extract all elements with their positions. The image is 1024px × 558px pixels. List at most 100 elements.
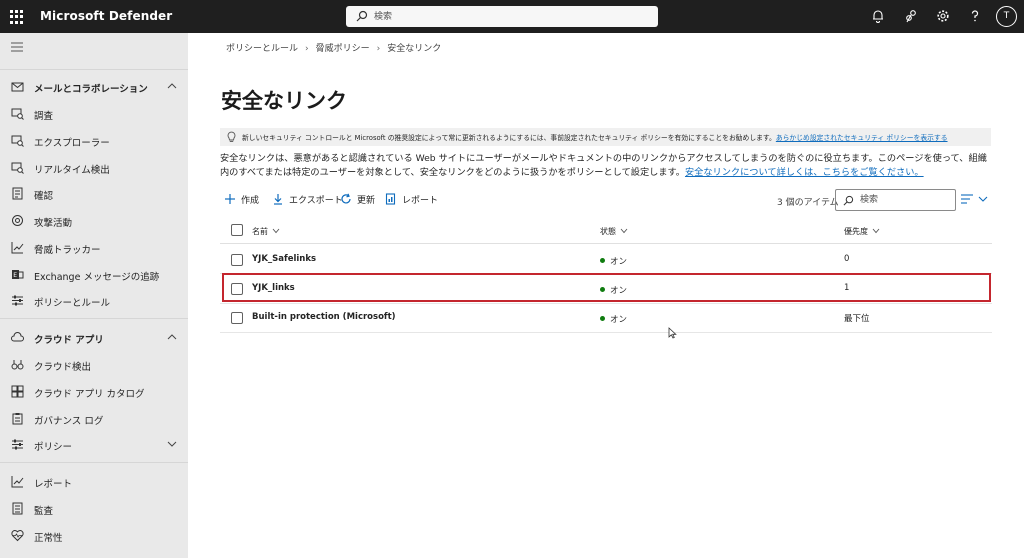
table-row[interactable]: YJK_Safelinks オン 0 — [220, 245, 992, 274]
avatar[interactable]: T — [996, 6, 1017, 27]
app-title[interactable]: Microsoft Defender — [40, 9, 172, 23]
gear-icon[interactable] — [936, 9, 950, 23]
sidebar-item-health[interactable]: 正常性 — [0, 523, 188, 549]
sidebar-item-policies[interactable]: ポリシー — [0, 432, 188, 458]
sidebar-item-label: クラウド検出 — [34, 362, 92, 373]
sidebar-item-policies-rules[interactable]: ポリシーとルール — [0, 288, 188, 314]
breadcrumb-item[interactable]: ポリシーとルール — [226, 41, 298, 54]
sidebar-group-mail-collab[interactable]: メールとコラボレーション — [0, 74, 188, 100]
hamburger-icon[interactable] — [11, 42, 23, 52]
chevron-up-icon[interactable] — [167, 333, 177, 341]
sidebar: メールとコラボレーション 調査 エクスプローラー リアルタイム検出 確認 攻撃活… — [0, 33, 188, 558]
column-header-status[interactable]: 状態 — [600, 226, 628, 237]
sidebar-item-governance-log[interactable]: ガバナンス ログ — [0, 406, 188, 432]
policy-priority: 最下位 — [844, 314, 870, 324]
clipboard-icon — [12, 413, 23, 425]
search-icon — [843, 195, 854, 206]
table-row[interactable]: Built-in protection (Microsoft) オン 最下位 — [220, 304, 992, 333]
sidebar-item-label: ポリシー — [34, 442, 73, 453]
policy-name[interactable]: YJK_Safelinks — [252, 254, 316, 264]
community-icon[interactable] — [904, 9, 918, 23]
breadcrumb-separator: › — [376, 44, 381, 54]
create-label: 作成 — [241, 196, 260, 206]
sidebar-item-reports[interactable]: レポート — [0, 469, 188, 495]
row-checkbox[interactable] — [231, 312, 243, 324]
explorer-icon — [11, 135, 24, 147]
chevron-down-icon[interactable] — [167, 440, 177, 448]
page-description: 安全なリンクは、悪意があると認識されている Web サイトにユーザーがメールやド… — [220, 152, 992, 180]
audit-icon — [12, 502, 23, 515]
sidebar-item-threat-tracker[interactable]: 脅威トラッカー — [0, 235, 188, 261]
global-search-input[interactable] — [374, 8, 644, 25]
status-on-dot — [600, 316, 605, 321]
item-count: 3 個のアイテム — [777, 198, 839, 208]
breadcrumb-item[interactable]: 脅威ポリシー — [316, 41, 370, 54]
breadcrumb-current: 安全なリンク — [387, 44, 442, 54]
export-label: エクスポート — [289, 196, 343, 206]
cloud-icon — [11, 332, 24, 342]
chart-icon — [11, 476, 24, 488]
sidebar-divider — [0, 69, 188, 70]
refresh-icon — [341, 193, 351, 204]
column-header-name[interactable]: 名前 — [252, 226, 280, 237]
info-banner: 新しいセキュリティ コントロールと Microsoft の推奨設定によって常に更… — [220, 128, 991, 146]
table-search-input[interactable] — [860, 193, 950, 207]
global-search[interactable] — [346, 6, 658, 27]
sidebar-item-label: ポリシーとルール — [34, 298, 111, 309]
page-title: 安全なリンク — [221, 89, 347, 113]
mouse-pointer-icon — [668, 327, 677, 339]
sidebar-item-label: 攻撃活動 — [34, 218, 73, 229]
help-icon[interactable] — [968, 9, 982, 23]
sidebar-item-label: Exchange メッセージの追跡 — [34, 272, 160, 283]
learn-more-link[interactable]: 安全なリンクについて詳しくは、こちらをご覧ください。 — [685, 167, 924, 178]
sliders-icon — [12, 439, 23, 450]
plus-icon — [225, 194, 235, 204]
chevron-down-icon — [872, 228, 880, 234]
sidebar-item-exchange-trace[interactable]: E Exchange メッセージの追跡 — [0, 262, 188, 288]
chevron-up-icon[interactable] — [167, 82, 177, 90]
status-on-dot — [600, 258, 605, 263]
policy-name[interactable]: Built-in protection (Microsoft) — [252, 312, 396, 322]
sidebar-item-cloud-catalog[interactable]: クラウド アプリ カタログ — [0, 379, 188, 405]
campaign-icon — [12, 215, 23, 226]
sidebar-item-label: 調査 — [34, 111, 54, 122]
sidebar-item-review[interactable]: 確認 — [0, 181, 188, 207]
banner-link[interactable]: あらかじめ設定されたセキュリティ ポリシーを表示する — [776, 134, 948, 142]
policy-icon — [12, 295, 23, 306]
report-label: レポート — [402, 196, 439, 206]
select-all-checkbox[interactable] — [231, 224, 243, 236]
investigation-icon — [11, 108, 24, 120]
catalog-icon — [11, 385, 24, 398]
sidebar-item-realtime[interactable]: リアルタイム検出 — [0, 155, 188, 181]
binoculars-icon — [11, 360, 24, 370]
sidebar-item-investigation[interactable]: 調査 — [0, 101, 188, 127]
refresh-label: 更新 — [357, 196, 376, 206]
sidebar-item-explorer[interactable]: エクスプローラー — [0, 128, 188, 154]
sidebar-item-audit[interactable]: 監査 — [0, 496, 188, 522]
banner-text: 新しいセキュリティ コントロールと Microsoft の推奨設定によって常に更… — [242, 134, 776, 142]
breadcrumb-separator: › — [305, 44, 309, 54]
row-checkbox[interactable] — [231, 254, 243, 266]
sidebar-item-label: 監査 — [34, 506, 54, 517]
app-launcher-icon[interactable] — [10, 10, 24, 24]
exchange-icon: E — [12, 270, 24, 279]
policy-priority: 0 — [844, 254, 850, 264]
bell-icon[interactable] — [871, 9, 885, 23]
chevron-down-icon — [272, 228, 280, 234]
tracker-icon — [11, 242, 24, 254]
sidebar-item-label: 脅威トラッカー — [34, 245, 101, 256]
sidebar-group-cloud-apps[interactable]: クラウド アプリ — [0, 325, 188, 351]
review-icon — [12, 187, 23, 200]
report-icon — [385, 193, 396, 205]
table-search[interactable] — [835, 189, 956, 211]
sidebar-item-cloud-discovery[interactable]: クラウド検出 — [0, 352, 188, 378]
sidebar-item-label: リアルタイム検出 — [34, 165, 110, 176]
sidebar-item-campaigns[interactable]: 攻撃活動 — [0, 208, 188, 234]
sidebar-divider — [0, 318, 188, 319]
policy-status: オン — [600, 255, 627, 267]
policy-status: オン — [600, 313, 627, 325]
top-bar: Microsoft Defender T — [0, 0, 1024, 33]
mail-icon — [11, 82, 24, 92]
column-header-priority[interactable]: 優先度 — [844, 226, 880, 237]
filter-options-icon[interactable] — [960, 193, 990, 205]
